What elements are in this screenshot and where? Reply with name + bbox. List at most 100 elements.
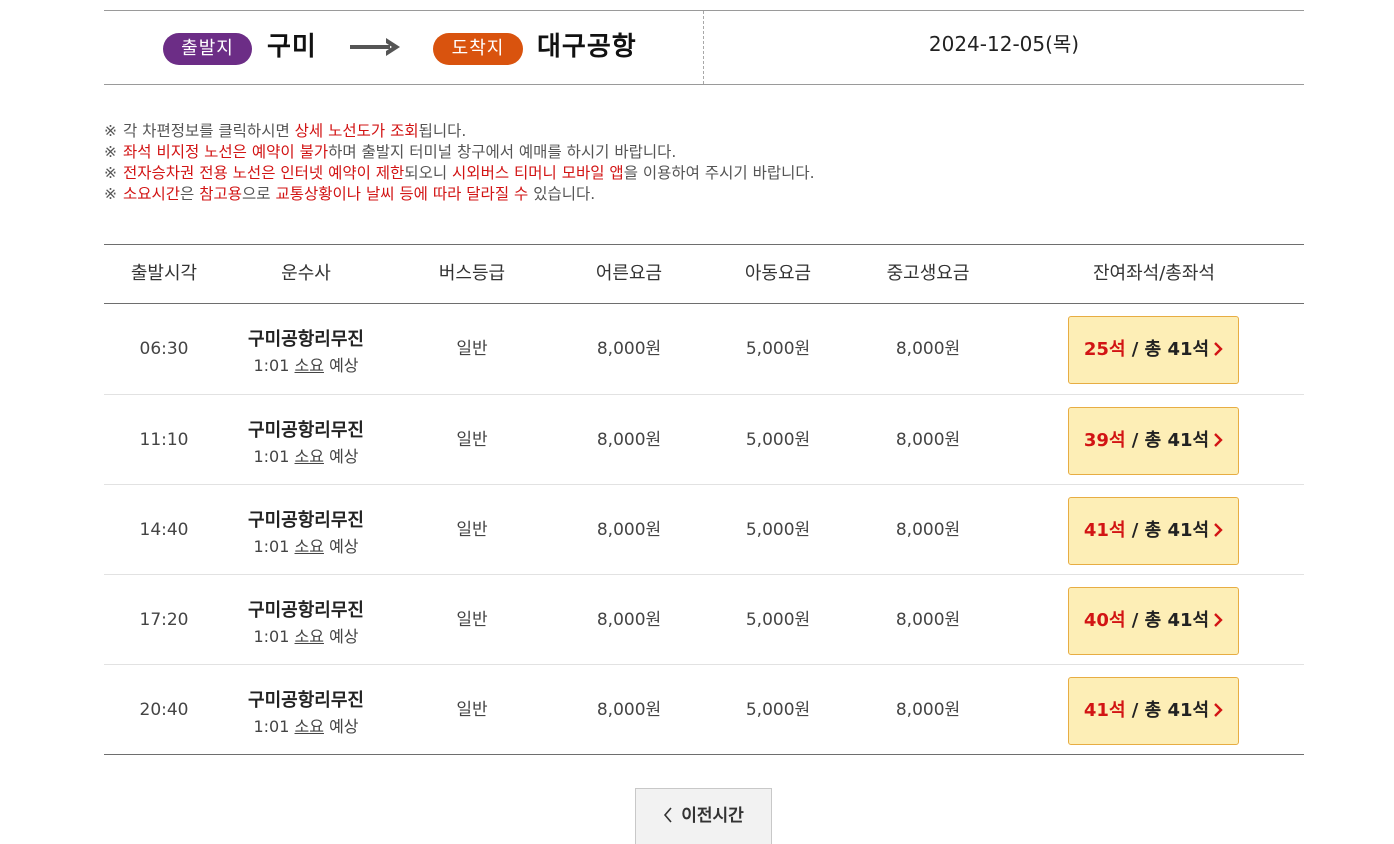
header-seats: 잔여좌석/총좌석	[1093, 263, 1215, 284]
departure-time: 17:20	[139, 610, 189, 630]
departure-time: 11:10	[139, 430, 189, 450]
bus-grade: 일반	[456, 339, 488, 359]
notice-mark: ※	[104, 143, 117, 161]
table-row[interactable]: 11:10 구미공항리무진 1:01 소요 예상 일반 8,000원 5,000원 8,00…	[104, 394, 1304, 484]
schedule-table: 출발시각 운수사 버스등급 어른요금 아동요금 중고생요금 잔여좌석/총좌석 0…	[104, 244, 1304, 755]
departure-time: 14:40	[139, 520, 189, 540]
notice-highlight: 참고용	[199, 185, 243, 203]
header-company: 운수사	[281, 263, 331, 284]
company-name: 구미공항리무진	[248, 690, 364, 711]
seat-select-button[interactable]: 40석 / 총 41석	[1068, 587, 1239, 655]
total-seats: / 총 41석	[1131, 700, 1210, 721]
notice-line: ※ 좌석 비지정 노선은 예약이 불가하며 출발지 터미널 창구에서 예매를 하시…	[104, 142, 1304, 163]
company-cell: 구미공항리무진 1:01 소요 예상	[246, 395, 366, 485]
notice-text: 하며 출발지 터미널 창구에서 예매를 하시기 바랍니다.	[328, 143, 677, 161]
header-bus-grade: 버스등급	[438, 263, 506, 284]
child-fare: 5,000원	[745, 520, 811, 540]
duration-estimate: 1:01 소요 예상	[246, 713, 366, 737]
duration-time: 1:01	[253, 537, 290, 556]
chevron-right-icon	[1214, 342, 1223, 356]
company-cell: 구미공항리무진 1:01 소요 예상	[246, 485, 366, 575]
notice-text: 은	[180, 185, 200, 203]
departure-time: 20:40	[139, 700, 189, 720]
chevron-right-icon	[1214, 613, 1223, 627]
duration-time: 1:01	[253, 627, 290, 646]
notice-highlight: 상세 노선도가 조회	[294, 122, 419, 140]
seat-select-button[interactable]: 25석 / 총 41석	[1068, 316, 1239, 384]
duration-suffix: 예상	[329, 537, 359, 556]
notice-text: 되오니	[404, 164, 453, 182]
notice-highlight: 교통상황이나 날씨 등에 따라 달라질 수	[275, 185, 529, 203]
chevron-right-icon	[1214, 433, 1223, 447]
youth-fare: 8,000원	[895, 520, 961, 540]
seat-select-button[interactable]: 41석 / 총 41석	[1068, 677, 1239, 745]
seat-select-button[interactable]: 41석 / 총 41석	[1068, 497, 1239, 565]
duration-suffix: 예상	[329, 356, 359, 375]
header-adult-fare: 어른요금	[595, 263, 663, 284]
arrow-right-icon	[350, 38, 400, 56]
table-row[interactable]: 14:40 구미공항리무진 1:01 소요 예상 일반 8,000원 5,000원 8,00…	[104, 484, 1304, 574]
duration-estimate: 1:01 소요 예상	[246, 443, 366, 467]
notice-mark: ※	[104, 185, 117, 203]
duration-time: 1:01	[253, 447, 290, 466]
duration-link[interactable]: 소요	[295, 537, 324, 556]
adult-fare: 8,000원	[596, 520, 662, 540]
duration-estimate: 1:01 소요 예상	[246, 623, 366, 647]
company-name: 구미공항리무진	[248, 329, 364, 350]
notice-highlight: 시외버스 티머니 모바일 앱	[452, 164, 624, 182]
adult-fare: 8,000원	[596, 430, 662, 450]
remaining-seats: 41석	[1083, 700, 1126, 721]
bus-grade: 일반	[456, 520, 488, 540]
table-body: 06:30 구미공항리무진 1:01 소요 예상 일반 8,000원 5,000원 8,00…	[104, 304, 1304, 754]
bus-grade: 일반	[456, 700, 488, 720]
adult-fare: 8,000원	[596, 610, 662, 630]
notice-highlight: 좌석 비지정 노선은 예약이 불가	[123, 143, 329, 161]
notice-line: ※ 전자승차권 전용 노선은 인터넷 예약이 제한되오니 시외버스 티머니 모바일…	[104, 163, 1304, 184]
table-row[interactable]: 06:30 구미공항리무진 1:01 소요 예상 일반 8,000원 5,000원 8,00…	[104, 304, 1304, 394]
chevron-right-icon	[1214, 523, 1223, 537]
total-seats: / 총 41석	[1131, 339, 1210, 360]
duration-suffix: 예상	[329, 717, 359, 736]
notice-text: 을 이용하여 주시기 바랍니다.	[623, 164, 815, 182]
duration-link[interactable]: 소요	[295, 627, 324, 646]
remaining-seats: 25석	[1083, 339, 1126, 360]
total-seats: / 총 41석	[1131, 430, 1210, 451]
child-fare: 5,000원	[745, 339, 811, 359]
company-cell: 구미공항리무진 1:01 소요 예상	[246, 665, 366, 755]
bus-grade: 일반	[456, 610, 488, 630]
company-cell: 구미공항리무진 1:01 소요 예상	[246, 575, 366, 665]
table-row[interactable]: 20:40 구미공항리무진 1:01 소요 예상 일반 8,000원 5,000원 8,00…	[104, 664, 1304, 754]
duration-time: 1:01	[253, 356, 290, 375]
table-row[interactable]: 17:20 구미공항리무진 1:01 소요 예상 일반 8,000원 5,000원 8,00…	[104, 574, 1304, 664]
duration-link[interactable]: 소요	[295, 447, 324, 466]
notice-text: 으로	[242, 185, 276, 203]
duration-estimate: 1:01 소요 예상	[246, 533, 366, 557]
remaining-seats: 40석	[1083, 610, 1126, 631]
youth-fare: 8,000원	[895, 430, 961, 450]
adult-fare: 8,000원	[596, 339, 662, 359]
departure-badge: 출발지	[163, 33, 252, 65]
youth-fare: 8,000원	[895, 610, 961, 630]
previous-time-button[interactable]: 이전시간	[635, 788, 772, 844]
departure-time: 06:30	[139, 339, 189, 359]
notice-text: 됩니다.	[418, 122, 467, 140]
remaining-seats: 39석	[1083, 430, 1126, 451]
youth-fare: 8,000원	[895, 339, 961, 359]
duration-time: 1:01	[253, 717, 290, 736]
duration-estimate: 1:01 소요 예상	[246, 352, 366, 376]
total-seats: / 총 41석	[1131, 610, 1210, 631]
notice-list: ※ 각 차편정보를 클릭하시면 상세 노선도가 조회됩니다. ※ 좌석 비지정 노선은…	[104, 121, 1304, 205]
duration-link[interactable]: 소요	[295, 717, 324, 736]
arrival-city: 대구공항	[537, 32, 637, 62]
duration-suffix: 예상	[329, 447, 359, 466]
route-summary: 출발지 구미 도착지 대구공항 2024-12-05(목)	[104, 10, 1304, 85]
arrival-badge: 도착지	[433, 33, 523, 65]
child-fare: 5,000원	[745, 430, 811, 450]
company-name: 구미공항리무진	[248, 420, 364, 441]
previous-time-label: 이전시간	[681, 806, 744, 826]
departure-date: 2024-12-05(목)	[928, 32, 1080, 56]
youth-fare: 8,000원	[895, 700, 961, 720]
seat-select-button[interactable]: 39석 / 총 41석	[1068, 407, 1239, 475]
duration-link[interactable]: 소요	[295, 356, 324, 375]
notice-text: 각 차편정보를 클릭하시면	[123, 122, 295, 140]
